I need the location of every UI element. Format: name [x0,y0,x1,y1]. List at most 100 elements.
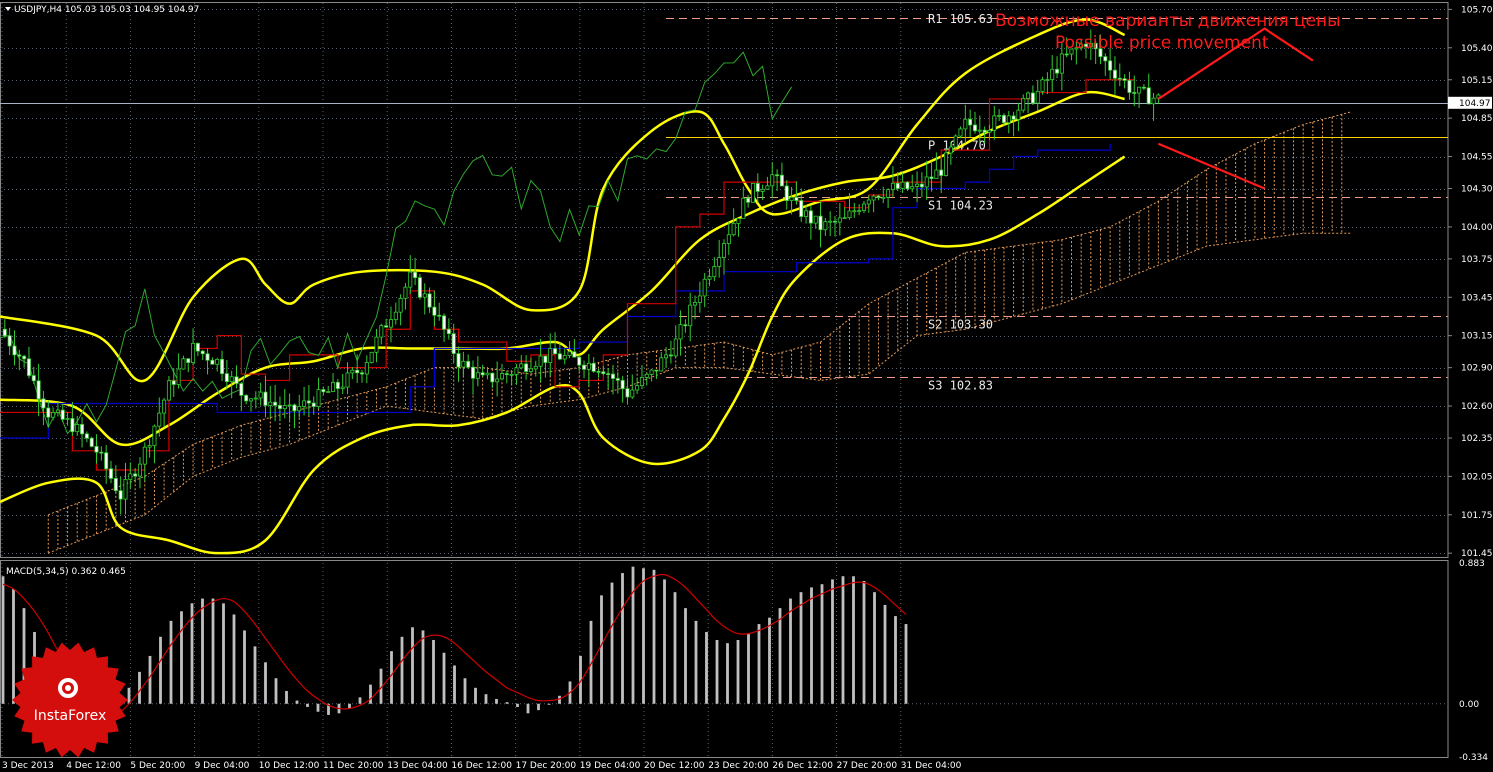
candle-bull [1026,92,1031,99]
candle-bull [857,210,862,212]
candle-bull [229,376,234,382]
macd-bar [537,703,540,711]
candle-bear [1030,92,1035,104]
candle-bull [374,336,379,353]
candle-bull [258,391,263,399]
watermark-brand: InstaForex [34,708,107,724]
chikou-span [0,51,792,435]
candle-bull [499,373,504,380]
candle-bull [157,412,162,427]
candle-bear [968,118,973,126]
candle-bull [639,377,644,387]
macd-bar [432,639,435,704]
candle-bear [929,176,934,179]
candle-bear [601,371,606,374]
candle-bull [379,325,384,338]
candle-bear [195,342,200,352]
time-tick-label: 23 Dec 20:00 [708,761,769,771]
macd-bar [253,646,257,704]
candle-bull [75,424,80,433]
candle-bull [847,210,852,219]
candle-bear [982,129,987,133]
candle-bear [606,373,611,375]
candle-bear [446,328,451,335]
annotation-line2: Possible price movement [1055,33,1269,53]
candle-bear [1127,80,1132,93]
candle-bear [239,383,244,396]
bollinger-lower [0,155,1126,555]
macd-tick-label: 0.883 [1459,559,1485,569]
candle-bull [731,222,736,236]
candle-bull [910,186,915,190]
price-tick-label: 104.55 [1461,153,1493,163]
candle-bull [268,401,273,406]
macd-bar [369,684,372,704]
candle-bear [490,372,495,383]
price-tick-label: 101.75 [1461,511,1493,521]
candles [2,29,1161,515]
candle-bear [876,195,881,198]
time-tick-label: 9 Dec 04:00 [195,761,250,771]
pivot-label: S1 104.23 [928,199,993,213]
macd-bar [873,592,876,704]
candle-bear [355,369,360,374]
macd-bar [904,624,908,704]
candle-bull [813,215,818,224]
candle-bear [610,373,615,379]
candle-bear [417,277,422,298]
candle-bull [992,115,997,131]
macd-bar [12,588,15,704]
candle-bull [1035,90,1040,104]
instaforex-logo: InstaForex [12,642,128,758]
time-tick-label: 4 Dec 12:00 [66,761,121,771]
price-tick-label: 105.70 [1461,5,1493,15]
macd-bar [852,576,855,704]
candle-bear [775,174,780,177]
macd-bar [484,694,488,704]
macd-bar [621,573,624,704]
pivot-label: R1 105.63 [928,12,993,26]
candle-bear [557,353,562,360]
candle-bull [741,197,746,219]
candle-bear [60,409,65,420]
macd-bar [862,581,866,704]
candle-bear [200,350,205,355]
candle-bull [485,372,490,376]
macd-bar [1,576,5,704]
candle-bear [1001,114,1006,124]
candle-bull [630,389,635,398]
candle-bull [977,129,982,132]
time-tick-label: 17 Dec 20:00 [516,761,577,771]
price-tick-label: 105.15 [1461,76,1493,86]
candle-bear [456,353,461,368]
candle-bull [900,181,905,189]
candle-bull [519,363,524,369]
price-tick-label: 103.15 [1461,332,1493,342]
candle-bull [871,195,876,201]
candle-bull [987,129,992,133]
candle-bear [359,372,364,375]
price-tick-label: 105.40 [1461,44,1493,54]
candle-bear [654,369,659,372]
candle-bear [41,398,46,409]
candle-bull [852,210,857,213]
macd-bar [400,636,404,704]
candle-bull [736,218,741,224]
candle-bear [205,353,210,361]
time-tick-label: 10 Dec 12:00 [259,761,320,771]
pivot-label: S3 102.83 [928,379,993,393]
candle-bear [17,354,22,357]
time-tick-label: 11 Dec 20:00 [323,761,384,771]
candle-bull [461,360,466,368]
candle-bear [1132,92,1137,94]
macd-bar [789,598,792,704]
macd-bar [411,627,414,704]
candle-bear [31,375,36,382]
candle-bull [823,221,828,231]
candle-bull [702,278,707,297]
candle-bull [422,293,427,298]
dropdown-triangle-icon [5,7,11,11]
candle-bull [789,196,794,201]
macd-bar [768,617,771,704]
candle-bull [475,372,480,379]
